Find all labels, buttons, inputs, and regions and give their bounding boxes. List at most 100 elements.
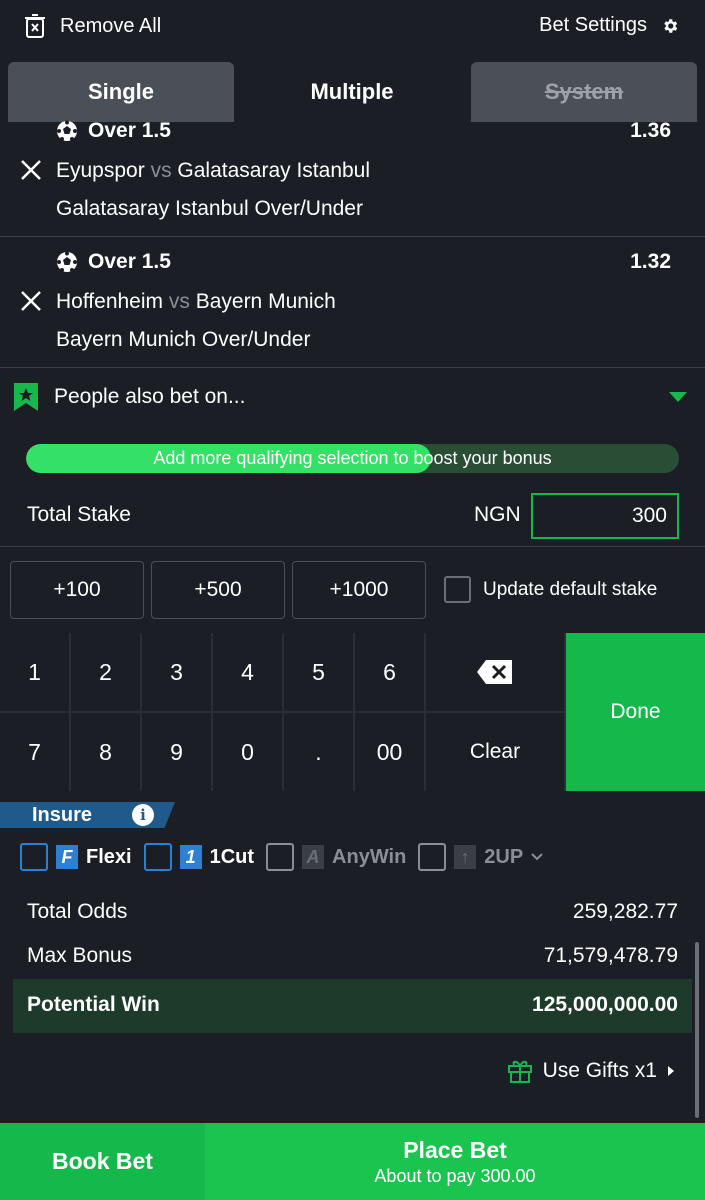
insure-option-2up[interactable]: ↑ 2UP bbox=[418, 843, 543, 871]
key-6[interactable]: 6 bbox=[355, 633, 424, 711]
2up-label: 2UP bbox=[484, 845, 524, 868]
progress-text: Add more qualifying selection to boost y… bbox=[153, 448, 552, 468]
backspace-icon bbox=[477, 660, 512, 684]
numeric-keypad: 1 2 3 4 5 6 7 8 9 0 . 00 Clear Done bbox=[0, 633, 705, 791]
quick-add-100-button[interactable]: +100 bbox=[10, 561, 144, 619]
top-bar: Remove All Bet Settings bbox=[0, 0, 705, 60]
tab-system[interactable]: System bbox=[471, 62, 697, 122]
key-7[interactable]: 7 bbox=[0, 713, 69, 791]
soccer-ball-icon bbox=[57, 120, 77, 141]
soccer-ball-icon bbox=[57, 251, 77, 272]
total-odds-value: 259,282.77 bbox=[572, 900, 678, 923]
trash-icon bbox=[25, 14, 45, 38]
remove-selection-button[interactable] bbox=[20, 159, 42, 186]
about-to-pay-label: About to pay 300.00 bbox=[374, 1165, 536, 1186]
gear-icon bbox=[664, 18, 678, 33]
max-bonus-label: Max Bonus bbox=[27, 944, 133, 967]
close-icon bbox=[21, 291, 41, 311]
bookmark-star-icon bbox=[14, 383, 38, 411]
1cut-badge-icon: 1 bbox=[179, 845, 202, 869]
insure-options: F Flexi 1 1Cut A AnyWin ↑ 2UP bbox=[20, 843, 555, 871]
divider bbox=[0, 546, 705, 547]
flexi-checkbox[interactable] bbox=[20, 843, 48, 871]
key-4[interactable]: 4 bbox=[213, 633, 282, 711]
use-gifts-button[interactable]: Use Gifts x1 bbox=[507, 1058, 675, 1084]
backspace-button[interactable] bbox=[426, 633, 564, 711]
remove-all-button[interactable]: Remove All bbox=[24, 14, 161, 38]
anywin-badge-icon: A bbox=[302, 845, 325, 869]
vs-label: vs bbox=[168, 290, 190, 313]
home-team: Hoffenheim bbox=[56, 290, 164, 313]
chevron-right-icon bbox=[668, 1066, 674, 1076]
update-default-stake-checkbox[interactable] bbox=[444, 576, 471, 603]
scrollbar[interactable] bbox=[695, 942, 699, 1118]
done-button[interactable]: Done bbox=[566, 633, 705, 791]
insure-option-1cut[interactable]: 1 1Cut bbox=[143, 843, 255, 871]
tab-single[interactable]: Single bbox=[8, 62, 234, 122]
2up-checkbox[interactable] bbox=[418, 843, 447, 871]
bet-settings-label: Bet Settings bbox=[539, 14, 647, 36]
people-also-bet-label: People also bet on... bbox=[54, 385, 246, 408]
clear-button[interactable]: Clear bbox=[426, 713, 564, 791]
bet-settings-button[interactable]: Bet Settings bbox=[539, 14, 679, 37]
insure-label: Insure bbox=[32, 803, 93, 826]
match-teams: Eyupspor vs Galatasaray Istanbul bbox=[56, 159, 370, 183]
match-teams: Hoffenheim vs Bayern Munich bbox=[56, 290, 336, 314]
bonus-progress-bar: Add more qualifying selection to boost y… bbox=[26, 444, 679, 473]
market-label: Over 1.5 bbox=[88, 250, 171, 273]
info-icon[interactable]: i bbox=[132, 804, 155, 826]
flexi-label: Flexi bbox=[86, 845, 132, 868]
key-double-zero[interactable]: 00 bbox=[355, 713, 424, 791]
quick-add-1000-button[interactable]: +1000 bbox=[292, 561, 426, 619]
key-8[interactable]: 8 bbox=[71, 713, 140, 791]
anywin-checkbox[interactable] bbox=[266, 843, 295, 871]
expand-triangle-icon[interactable] bbox=[669, 392, 687, 402]
selection-submarket: Bayern Munich Over/Under bbox=[56, 328, 311, 351]
selection-odds: 1.32 bbox=[630, 250, 671, 273]
total-odds-label: Total Odds bbox=[27, 900, 128, 923]
remove-all-label: Remove All bbox=[60, 14, 162, 37]
anywin-label: AnyWin bbox=[332, 845, 407, 868]
potential-win-label: Potential Win bbox=[27, 993, 160, 1016]
away-team: Bayern Munich bbox=[195, 290, 336, 313]
selection-market: Over 1.5 bbox=[56, 250, 171, 274]
total-stake-label: Total Stake bbox=[27, 503, 131, 526]
selection-submarket: Galatasaray Istanbul Over/Under bbox=[56, 197, 363, 220]
flexi-badge-icon: F bbox=[56, 845, 78, 869]
1cut-label: 1Cut bbox=[209, 845, 255, 868]
insure-option-flexi[interactable]: F Flexi bbox=[20, 843, 132, 871]
key-decimal[interactable]: . bbox=[284, 713, 353, 791]
stake-input[interactable] bbox=[531, 493, 679, 539]
tab-multiple[interactable]: Multiple bbox=[240, 62, 464, 122]
potential-win-value: 125,000,000.00 bbox=[532, 993, 678, 1016]
update-default-stake-label: Update default stake bbox=[483, 578, 658, 600]
place-bet-label: Place Bet bbox=[403, 1136, 507, 1163]
key-3[interactable]: 3 bbox=[142, 633, 211, 711]
key-1[interactable]: 1 bbox=[0, 633, 69, 711]
key-5[interactable]: 5 bbox=[284, 633, 353, 711]
currency-label: NGN bbox=[474, 503, 521, 526]
selection-odds: 1.36 bbox=[630, 119, 671, 142]
1cut-checkbox[interactable] bbox=[143, 843, 172, 871]
divider bbox=[0, 236, 705, 237]
book-bet-button[interactable]: Book Bet bbox=[0, 1123, 205, 1200]
insure-option-anywin[interactable]: A AnyWin bbox=[266, 843, 406, 871]
key-0[interactable]: 0 bbox=[213, 713, 282, 791]
home-team: Eyupspor bbox=[56, 159, 145, 182]
place-bet-button[interactable]: Place Bet About to pay 300.00 bbox=[205, 1123, 705, 1200]
close-icon bbox=[21, 160, 41, 180]
away-team: Galatasaray Istanbul bbox=[177, 159, 371, 182]
remove-selection-button[interactable] bbox=[20, 290, 42, 317]
key-9[interactable]: 9 bbox=[142, 713, 211, 791]
2up-badge-icon: ↑ bbox=[454, 845, 477, 869]
quick-add-500-button[interactable]: +500 bbox=[151, 561, 285, 619]
people-also-bet-toggle[interactable]: People also bet on... bbox=[12, 382, 245, 412]
market-label: Over 1.5 bbox=[88, 119, 171, 142]
divider bbox=[0, 367, 705, 368]
update-default-stake-toggle[interactable]: Update default stake bbox=[444, 576, 657, 603]
key-2[interactable]: 2 bbox=[71, 633, 140, 711]
vs-label: vs bbox=[150, 159, 172, 182]
gift-icon bbox=[507, 1060, 532, 1083]
max-bonus-value: 71,579,478.79 bbox=[543, 944, 678, 967]
insure-header: Insure i bbox=[0, 802, 175, 828]
